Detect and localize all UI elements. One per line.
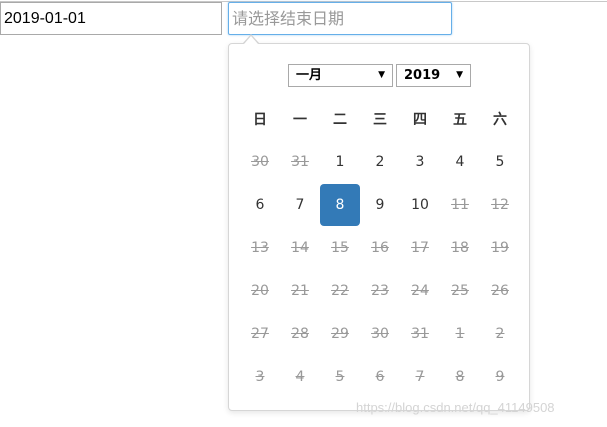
calendar-day-disabled: 16 (371, 239, 389, 256)
calendar-day-disabled: 12 (491, 196, 509, 213)
calendar-day-disabled: 25 (451, 282, 469, 299)
calendar-day-disabled: 30 (371, 325, 389, 342)
calendar-day-disabled: 14 (291, 239, 309, 256)
calendar-day[interactable]: 10 (400, 183, 440, 226)
calendar-day-disabled: 2 (495, 325, 505, 342)
calendar-day[interactable]: 6 (240, 183, 280, 226)
month-select[interactable]: 一月 ▼ (288, 64, 393, 87)
calendar-day-disabled: 28 (291, 325, 309, 342)
chevron-down-icon: ▼ (378, 70, 385, 80)
calendar-day-disabled: 31 (291, 153, 309, 170)
calendar-day[interactable]: 1 (320, 140, 360, 183)
calendar-day-disabled: 4 (295, 368, 305, 385)
calendar-day-disabled: 7 (415, 368, 425, 385)
calendar-day-disabled: 30 (251, 153, 269, 170)
calendar-day-disabled: 1 (455, 325, 465, 342)
weekday-label: 六 (493, 112, 507, 128)
calendar-day-disabled: 23 (371, 282, 389, 299)
calendar-day[interactable]: 2 (360, 140, 400, 183)
calendar-day-disabled: 19 (491, 239, 509, 256)
datepicker-popup: 一月 ▼ 2019 ▼ 日 一 二 三 四 五 六 30 31 1 2 3 4 5 6 7 8 9 1… (228, 43, 530, 411)
calendar-day-selected[interactable]: 8 (320, 183, 360, 226)
calendar-day-disabled: 13 (251, 239, 269, 256)
calendar-day[interactable]: 4 (440, 140, 480, 183)
calendar-week-row: 6 7 8 9 10 11 12 (240, 183, 520, 226)
year-select-value: 2019 (404, 68, 441, 83)
calendar-day[interactable]: 3 (400, 140, 440, 183)
calendar-week-row: 27 28 29 30 31 1 2 (240, 312, 520, 355)
calendar-day-disabled: 26 (491, 282, 509, 299)
weekday-label: 二 (333, 112, 347, 128)
calendar-week-row: 3 4 5 6 7 8 9 (240, 355, 520, 398)
calendar-day-disabled: 27 (251, 325, 269, 342)
popover-caret-fill (244, 36, 258, 44)
selected-day-label: 8 (320, 183, 360, 226)
calendar-day-disabled: 11 (451, 196, 469, 213)
calendar-day-disabled: 5 (335, 368, 345, 385)
year-select[interactable]: 2019 ▼ (396, 64, 471, 87)
chevron-down-icon: ▼ (456, 70, 463, 80)
calendar-day-disabled: 24 (411, 282, 429, 299)
calendar-grid: 日 一 二 三 四 五 六 30 31 1 2 3 4 5 6 7 8 9 10 11 12 13 14 15 1… (240, 98, 520, 398)
calendar-week-row: 13 14 15 16 17 18 19 (240, 226, 520, 269)
weekday-label: 一 (293, 112, 307, 128)
calendar-day-disabled: 31 (411, 325, 429, 342)
calendar-week-row: 30 31 1 2 3 4 5 (240, 140, 520, 183)
calendar-day-disabled: 8 (455, 368, 465, 385)
calendar-day[interactable]: 9 (360, 183, 400, 226)
calendar-day-disabled: 3 (255, 368, 265, 385)
calendar-day[interactable]: 5 (480, 140, 520, 183)
weekday-header-row: 日 一 二 三 四 五 六 (240, 98, 520, 140)
weekday-label: 四 (413, 112, 427, 128)
weekday-label: 五 (453, 112, 467, 128)
watermark: https://blog.csdn.net/qq_41149508 (356, 400, 555, 415)
calendar-day-disabled: 22 (331, 282, 349, 299)
calendar-week-row: 20 21 22 23 24 25 26 (240, 269, 520, 312)
calendar-day[interactable]: 7 (280, 183, 320, 226)
start-date-input[interactable]: 2019-01-01 (0, 2, 222, 35)
calendar-day-disabled: 29 (331, 325, 349, 342)
calendar-day-disabled: 18 (451, 239, 469, 256)
calendar-day-disabled: 17 (411, 239, 429, 256)
month-select-value: 一月 (296, 68, 323, 83)
calendar-day-disabled: 9 (495, 368, 505, 385)
calendar-day-disabled: 15 (331, 239, 349, 256)
weekday-label: 日 (253, 112, 267, 128)
weekday-label: 三 (373, 112, 387, 128)
calendar-day-disabled: 20 (251, 282, 269, 299)
calendar-day-disabled: 21 (291, 282, 309, 299)
end-date-input[interactable]: 请选择结束日期 (228, 2, 452, 35)
calendar-day-disabled: 6 (375, 368, 385, 385)
